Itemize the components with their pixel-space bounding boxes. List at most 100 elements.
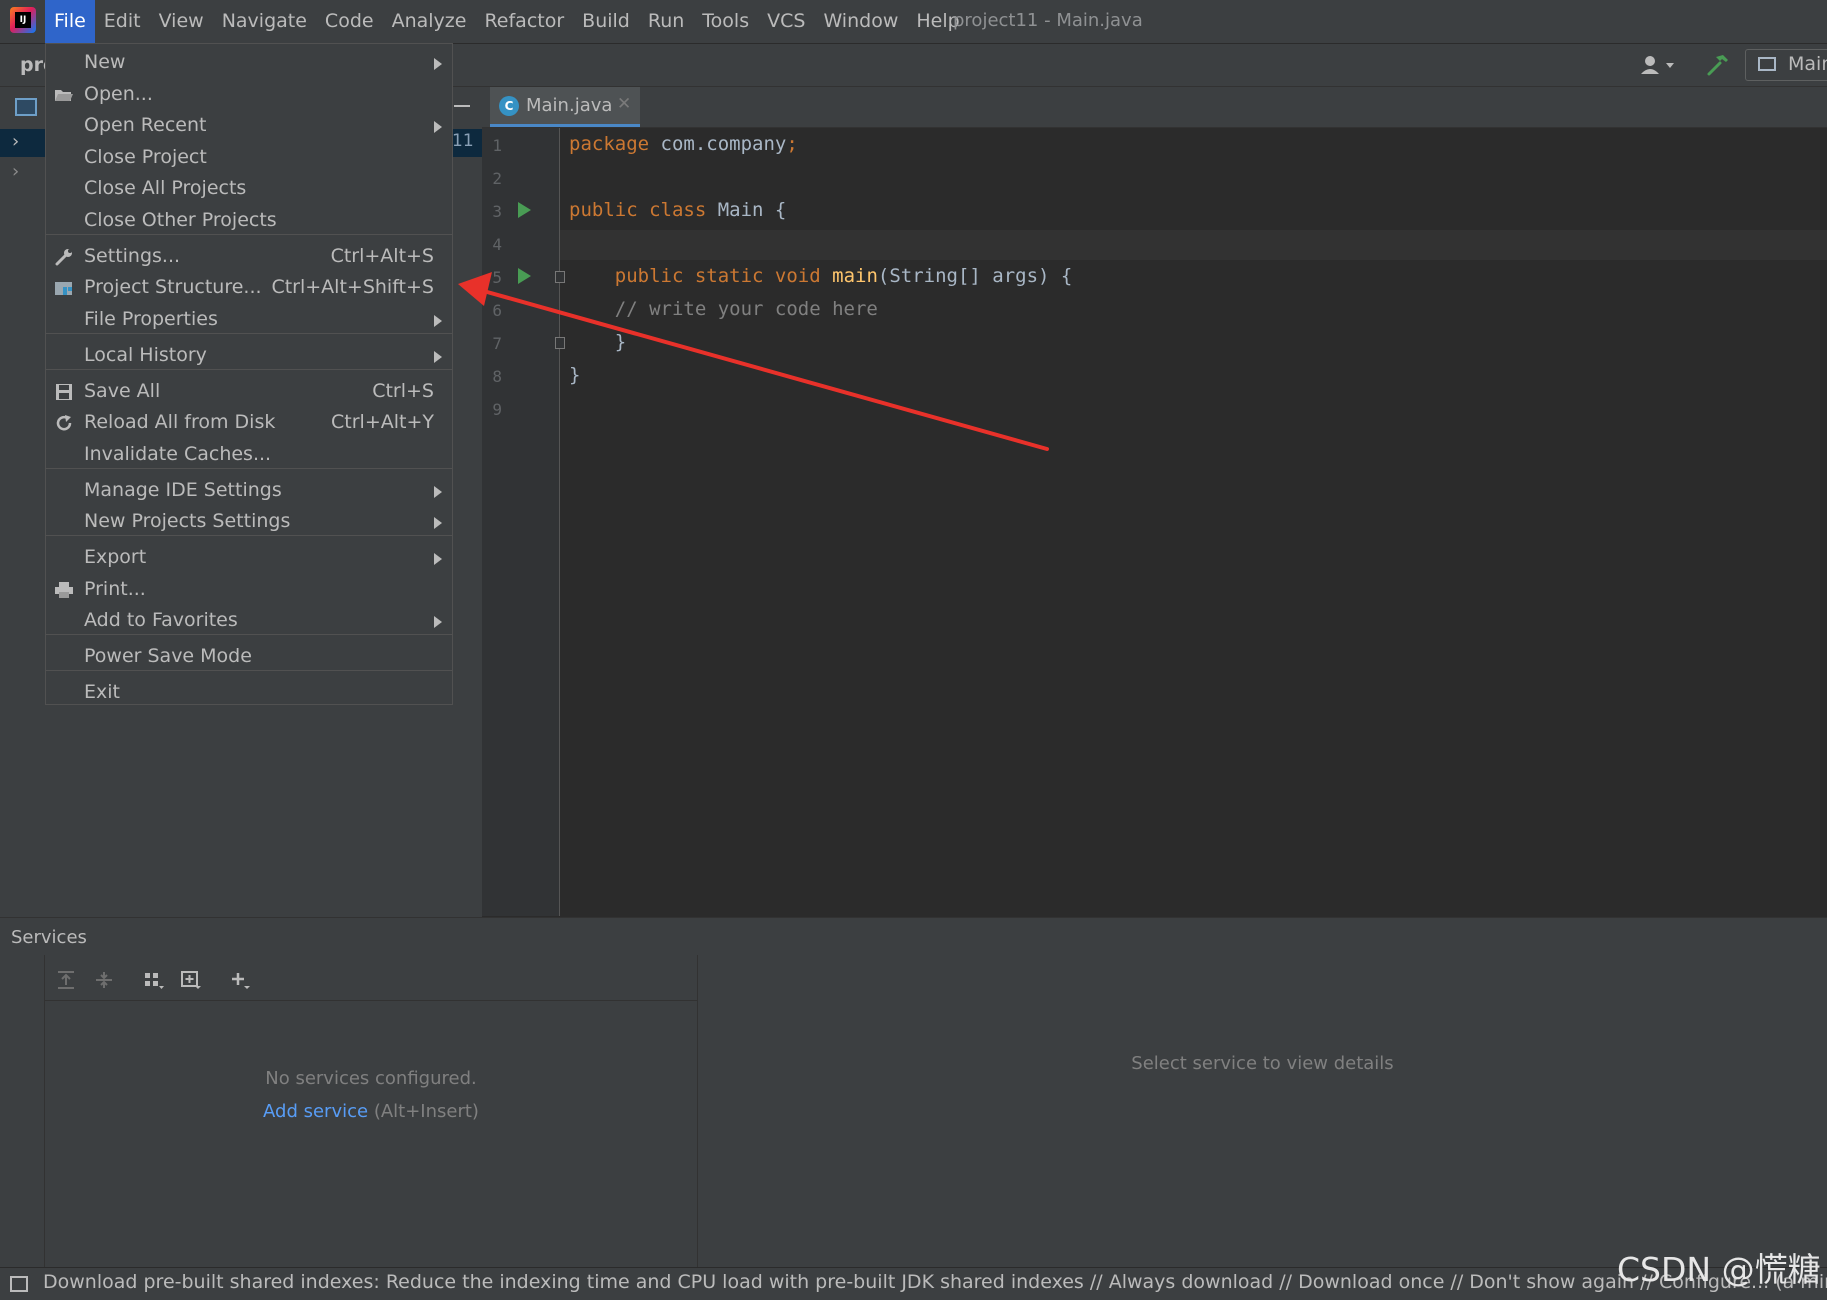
open-folder-icon xyxy=(55,90,73,101)
close-tab-icon[interactable]: ✕ xyxy=(617,94,631,114)
menu-item-close-project[interactable]: Close Project xyxy=(46,143,452,173)
user-dropdown-icon[interactable] xyxy=(1640,54,1680,76)
code-line[interactable]: public static void main(String[] args) { xyxy=(569,265,1073,287)
current-line-highlight xyxy=(560,230,1827,260)
line-number: 4 xyxy=(492,235,502,254)
menu-item-shortcut: Ctrl+S xyxy=(372,380,434,402)
hide-panel-icon[interactable] xyxy=(454,105,470,107)
menu-file[interactable]: File xyxy=(45,0,95,43)
expand-all-icon[interactable] xyxy=(55,970,77,990)
menu-item-manage-ide-settings[interactable]: Manage IDE Settings xyxy=(46,476,452,506)
menu-analyze[interactable]: Analyze xyxy=(383,0,476,43)
logo-text: IJ xyxy=(15,12,31,28)
menu-item-power-save-mode[interactable]: Power Save Mode xyxy=(46,642,452,672)
code-line[interactable]: // write your code here xyxy=(569,298,878,320)
add-service-link[interactable]: Add service xyxy=(263,1101,368,1122)
menu-separator xyxy=(46,670,452,671)
window-title: project11 - Main.java xyxy=(953,10,1143,31)
line-number: 9 xyxy=(492,400,502,419)
build-hammer-icon[interactable] xyxy=(1706,53,1730,77)
menu-item-export[interactable]: Export xyxy=(46,543,452,573)
menu-item-new-projects-settings[interactable]: New Projects Settings xyxy=(46,507,452,537)
menu-item-shortcut: Ctrl+Alt+S xyxy=(330,245,434,267)
sdk-version-label: 11 xyxy=(452,131,474,151)
menu-item-label: Open Recent xyxy=(84,114,207,136)
submenu-arrow-icon xyxy=(434,121,442,133)
menu-vcs[interactable]: VCS xyxy=(758,0,814,43)
java-class-icon: C xyxy=(499,96,519,116)
menu-item-new[interactable]: New xyxy=(46,48,452,78)
tab-main-java[interactable]: C Main.java ✕ xyxy=(490,87,640,127)
code-line[interactable]: public class Main { xyxy=(569,199,786,221)
line-number: 7 xyxy=(492,334,502,353)
menu-refactor[interactable]: Refactor xyxy=(475,0,573,43)
group-by-icon[interactable] xyxy=(143,970,165,990)
code-line[interactable]: } xyxy=(569,364,580,386)
menu-item-label: Project Structure... xyxy=(84,276,262,298)
menu-separator xyxy=(46,369,452,370)
menu-separator xyxy=(46,234,452,235)
menu-window[interactable]: Window xyxy=(814,0,907,43)
submenu-arrow-icon xyxy=(434,616,442,628)
project-structure-icon xyxy=(55,282,72,295)
intellij-logo-icon: IJ xyxy=(10,7,36,33)
run-configuration-selector[interactable]: Main xyxy=(1745,49,1827,81)
menu-view[interactable]: View xyxy=(150,0,213,43)
menu-tools[interactable]: Tools xyxy=(693,0,758,43)
menu-navigate[interactable]: Navigate xyxy=(213,0,316,43)
menu-item-label: Manage IDE Settings xyxy=(84,479,282,501)
run-main-icon[interactable] xyxy=(518,268,531,284)
menu-item-shortcut: Ctrl+Alt+Shift+S xyxy=(271,276,434,298)
fold-icon[interactable] xyxy=(555,271,565,283)
line-number: 3 xyxy=(492,202,502,221)
run-class-icon[interactable] xyxy=(518,202,531,218)
menu-item-label: Open... xyxy=(84,83,153,105)
status-message[interactable]: Download pre-built shared indexes: Reduc… xyxy=(43,1271,1827,1293)
code-line[interactable]: package com.company; xyxy=(569,133,798,155)
menu-item-close-all-projects[interactable]: Close All Projects xyxy=(46,174,452,204)
submenu-arrow-icon xyxy=(434,517,442,529)
add-service-icon[interactable] xyxy=(230,970,252,990)
collapse-all-icon[interactable] xyxy=(93,970,115,990)
code-line[interactable]: } xyxy=(569,331,626,353)
submenu-arrow-icon xyxy=(434,351,442,363)
menu-edit[interactable]: Edit xyxy=(95,0,150,43)
menu-run[interactable]: Run xyxy=(639,0,693,43)
submenu-arrow-icon xyxy=(434,486,442,498)
menu-item-shortcut: Ctrl+Alt+Y xyxy=(331,411,434,433)
menu-item-label: Save All xyxy=(84,380,161,402)
menu-item-label: Local History xyxy=(84,344,207,366)
menu-separator xyxy=(46,634,452,635)
menu-item-open[interactable]: Open... xyxy=(46,80,452,110)
save-icon xyxy=(56,384,72,400)
menu-separator xyxy=(46,535,452,536)
menu-item-local-history[interactable]: Local History xyxy=(46,341,452,371)
services-title: Services xyxy=(11,927,87,948)
settings-wrench-icon xyxy=(55,249,72,266)
menu-item-reload-all-from-disk[interactable]: Reload All from Disk Ctrl+Alt+Y xyxy=(46,408,452,438)
menu-item-add-to-favorites[interactable]: Add to Favorites xyxy=(46,606,452,636)
menu-item-save-all[interactable]: Save All Ctrl+S xyxy=(46,377,452,407)
menu-build[interactable]: Build xyxy=(573,0,639,43)
menu-separator xyxy=(46,468,452,469)
submenu-arrow-icon xyxy=(434,58,442,70)
tree-expand-icon[interactable]: › xyxy=(12,161,19,182)
menu-item-exit[interactable]: Exit xyxy=(46,678,452,708)
menu-item-settings[interactable]: Settings... Ctrl+Alt+S xyxy=(46,242,452,272)
menu-item-close-other-projects[interactable]: Close Other Projects xyxy=(46,206,452,236)
services-toolbar xyxy=(45,960,697,1001)
project-view-icon[interactable] xyxy=(15,98,37,116)
menu-item-print[interactable]: Print... xyxy=(46,575,452,605)
service-details-placeholder: Select service to view details xyxy=(1131,1053,1394,1074)
new-tab-icon[interactable] xyxy=(180,970,202,990)
menu-item-open-recent[interactable]: Open Recent xyxy=(46,111,452,141)
tool-windows-toggle-icon[interactable] xyxy=(10,1276,28,1292)
services-splitter[interactable] xyxy=(697,955,698,1267)
menu-item-invalidate-caches[interactable]: Invalidate Caches... xyxy=(46,440,452,470)
menu-item-file-properties[interactable]: File Properties xyxy=(46,305,452,335)
menu-item-project-structure[interactable]: Project Structure... Ctrl+Alt+Shift+S xyxy=(46,273,452,303)
menu-item-label: New xyxy=(84,51,126,73)
tree-expand-icon[interactable]: › xyxy=(12,131,19,152)
menu-code[interactable]: Code xyxy=(316,0,383,43)
fold-icon[interactable] xyxy=(555,337,565,349)
